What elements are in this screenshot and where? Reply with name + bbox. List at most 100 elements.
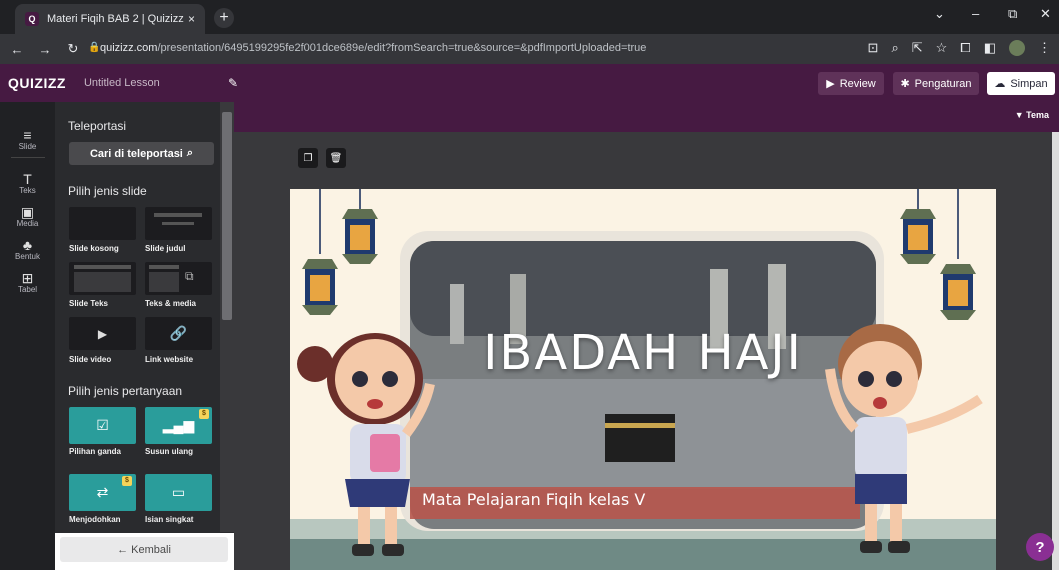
settings-button[interactable]: ✱ Pengaturan: [893, 72, 979, 95]
app-header: QUIZIZZ Untitled Lesson ✎ ▶ Review ✱ Penga…: [0, 64, 1059, 102]
divider: [10, 157, 45, 158]
maximize-button[interactable]: ⧉: [1008, 6, 1017, 22]
table-icon: ⊞: [21, 270, 34, 286]
lock-icon: 🔒: [88, 42, 101, 53]
slides-icon: ≡: [23, 127, 32, 143]
browser-toolbar: ← → ↻ 🔒 quizizz.com/presentation/6495199…: [0, 34, 1059, 64]
play-icon: ▶: [826, 78, 835, 90]
browser-tab[interactable]: Q Materi Fiqih BAB 2 | Quizizz ×: [15, 4, 205, 34]
text-media-label: Teks & media: [145, 299, 196, 308]
reload-icon[interactable]: ↻: [62, 41, 84, 57]
cloud-icon: ☁: [994, 78, 1006, 90]
slide-preview[interactable]: IBADAH HAJI Mata Pelajaran Fiqih kelas V: [290, 189, 996, 570]
quizizz-logo[interactable]: QUIZIZZ: [8, 75, 66, 91]
zoom-icon[interactable]: ⌕: [891, 40, 898, 56]
lantern-left-2: [302, 189, 338, 315]
paint-icon: ▼: [1014, 110, 1027, 120]
teleport-search-button[interactable]: Cari di teleportasi ⌕: [69, 142, 214, 165]
rail-shapes[interactable]: ♣ Bentuk: [0, 238, 55, 261]
rail-text[interactable]: T Teks: [0, 172, 55, 195]
forward-icon[interactable]: →: [34, 42, 56, 57]
blank-slide-label: Slide kosong: [69, 244, 119, 253]
text-slide-label: Slide Teks: [69, 299, 108, 308]
text-bar-shape: [74, 265, 131, 269]
teleport-heading: Teleportasi: [68, 119, 127, 133]
minimize-button[interactable]: –: [972, 6, 979, 21]
menu-kebab-icon[interactable]: ⋮: [1038, 40, 1051, 56]
matching-tile[interactable]: ⇄ $: [69, 474, 136, 511]
share-icon[interactable]: ⇱: [912, 40, 923, 56]
tab-search-icon[interactable]: ⌄: [934, 6, 945, 22]
premium-badge-icon: $: [122, 476, 132, 486]
video-slide-label: Slide video: [69, 355, 112, 364]
translate-icon[interactable]: ⊡: [868, 40, 879, 56]
media-shapes-icon: ⧉: [185, 269, 194, 283]
matching-icon: ⇄: [96, 484, 109, 500]
slide-title: IBADAH HAJI: [483, 325, 803, 381]
kaaba: [605, 414, 675, 462]
text-slide-tile[interactable]: [69, 262, 136, 295]
delete-slide-button[interactable]: 🗑: [326, 148, 346, 168]
rail-slide[interactable]: ≡ Slide: [0, 128, 55, 151]
quizizz-favicon: Q: [25, 12, 39, 26]
address-bar[interactable]: quizizz.com/presentation/6495199295fe2f0…: [100, 42, 646, 54]
checkbox-icon: ☑: [96, 417, 109, 433]
text-media-slide-tile[interactable]: ⧉: [145, 262, 212, 295]
lesson-title-input[interactable]: Untitled Lesson: [84, 77, 204, 89]
lantern-right-2: [940, 189, 976, 320]
back-button[interactable]: ← Kembali: [60, 537, 228, 562]
canvas-scrollbar[interactable]: [1052, 132, 1059, 570]
save-button[interactable]: ☁ Simpan: [987, 72, 1055, 95]
website-link-tile[interactable]: 🔗: [145, 317, 212, 350]
blank-slide-tile[interactable]: [69, 207, 136, 240]
short-answer-label: Isian singkat: [145, 515, 194, 524]
multiple-choice-tile[interactable]: ☑: [69, 407, 136, 444]
media-icon: ▣: [20, 204, 35, 220]
rail-media[interactable]: ▣ Media: [0, 205, 55, 228]
short-answer-tile[interactable]: ▭: [145, 474, 212, 511]
bookmark-star-icon[interactable]: ☆: [936, 40, 948, 56]
shapes-icon: ♣: [22, 237, 33, 253]
search-icon: ⌕: [186, 147, 194, 159]
canvas-top-strip: [234, 102, 1059, 132]
close-window-button[interactable]: ✕: [1040, 6, 1051, 22]
panel-scroll-thumb[interactable]: [222, 112, 232, 320]
browser-tab-strip: Q Materi Fiqih BAB 2 | Quizizz × + ⌄ – ⧉…: [0, 0, 1059, 34]
new-tab-button[interactable]: +: [214, 8, 234, 28]
url-path: /presentation/6495199295fe2f001dce689e/e…: [157, 42, 647, 54]
review-button[interactable]: ▶ Review: [818, 72, 884, 95]
text-block-shape: [149, 272, 179, 292]
back-icon[interactable]: ←: [6, 42, 28, 57]
reorder-label: Susun ulang: [145, 447, 193, 456]
title-slide-tile[interactable]: [145, 207, 212, 240]
title-slide-label: Slide judul: [145, 244, 186, 253]
subtitle-bar-shape: [162, 222, 194, 225]
kaaba-band: [605, 423, 675, 428]
theme-button[interactable]: ▼ Tema: [1015, 110, 1049, 120]
lantern-left-1: [342, 189, 378, 264]
sidepanel-icon[interactable]: ◧: [984, 40, 996, 56]
rail-table[interactable]: ⊞ Tabel: [0, 271, 55, 294]
lantern-right-1: [900, 189, 936, 264]
multiple-choice-label: Pilihan ganda: [69, 447, 122, 456]
question-types-heading: Pilih jenis pertanyaan: [68, 384, 183, 398]
help-button[interactable]: ?: [1026, 533, 1054, 561]
title-bar-shape: [154, 213, 202, 217]
tab-title: Materi Fiqih BAB 2 | Quizizz: [47, 13, 184, 25]
text-block-shape: [74, 272, 131, 292]
video-slide-tile[interactable]: ▶: [69, 317, 136, 350]
pencil-icon[interactable]: ✎: [224, 74, 242, 92]
video-icon: ▶: [97, 326, 108, 341]
link-icon: 🔗: [169, 325, 188, 341]
text-bar-shape: [149, 265, 179, 269]
slide-subtitle: Mata Pelajaran Fiqih kelas V: [422, 490, 646, 509]
premium-badge-icon: $: [199, 409, 209, 419]
reorder-tile[interactable]: ▂▄▆ $: [145, 407, 212, 444]
duplicate-icon: ❐: [303, 152, 313, 164]
extensions-icon[interactable]: ⧠: [960, 40, 970, 56]
tab-close-icon[interactable]: ×: [188, 12, 195, 26]
tool-rail: ≡ Slide T Teks ▣ Media ♣ Bentuk ⊞ Tabel: [0, 102, 55, 570]
profile-avatar[interactable]: [1009, 40, 1025, 56]
slide-types-heading: Pilih jenis slide: [68, 184, 147, 198]
duplicate-slide-button[interactable]: ❐: [298, 148, 318, 168]
